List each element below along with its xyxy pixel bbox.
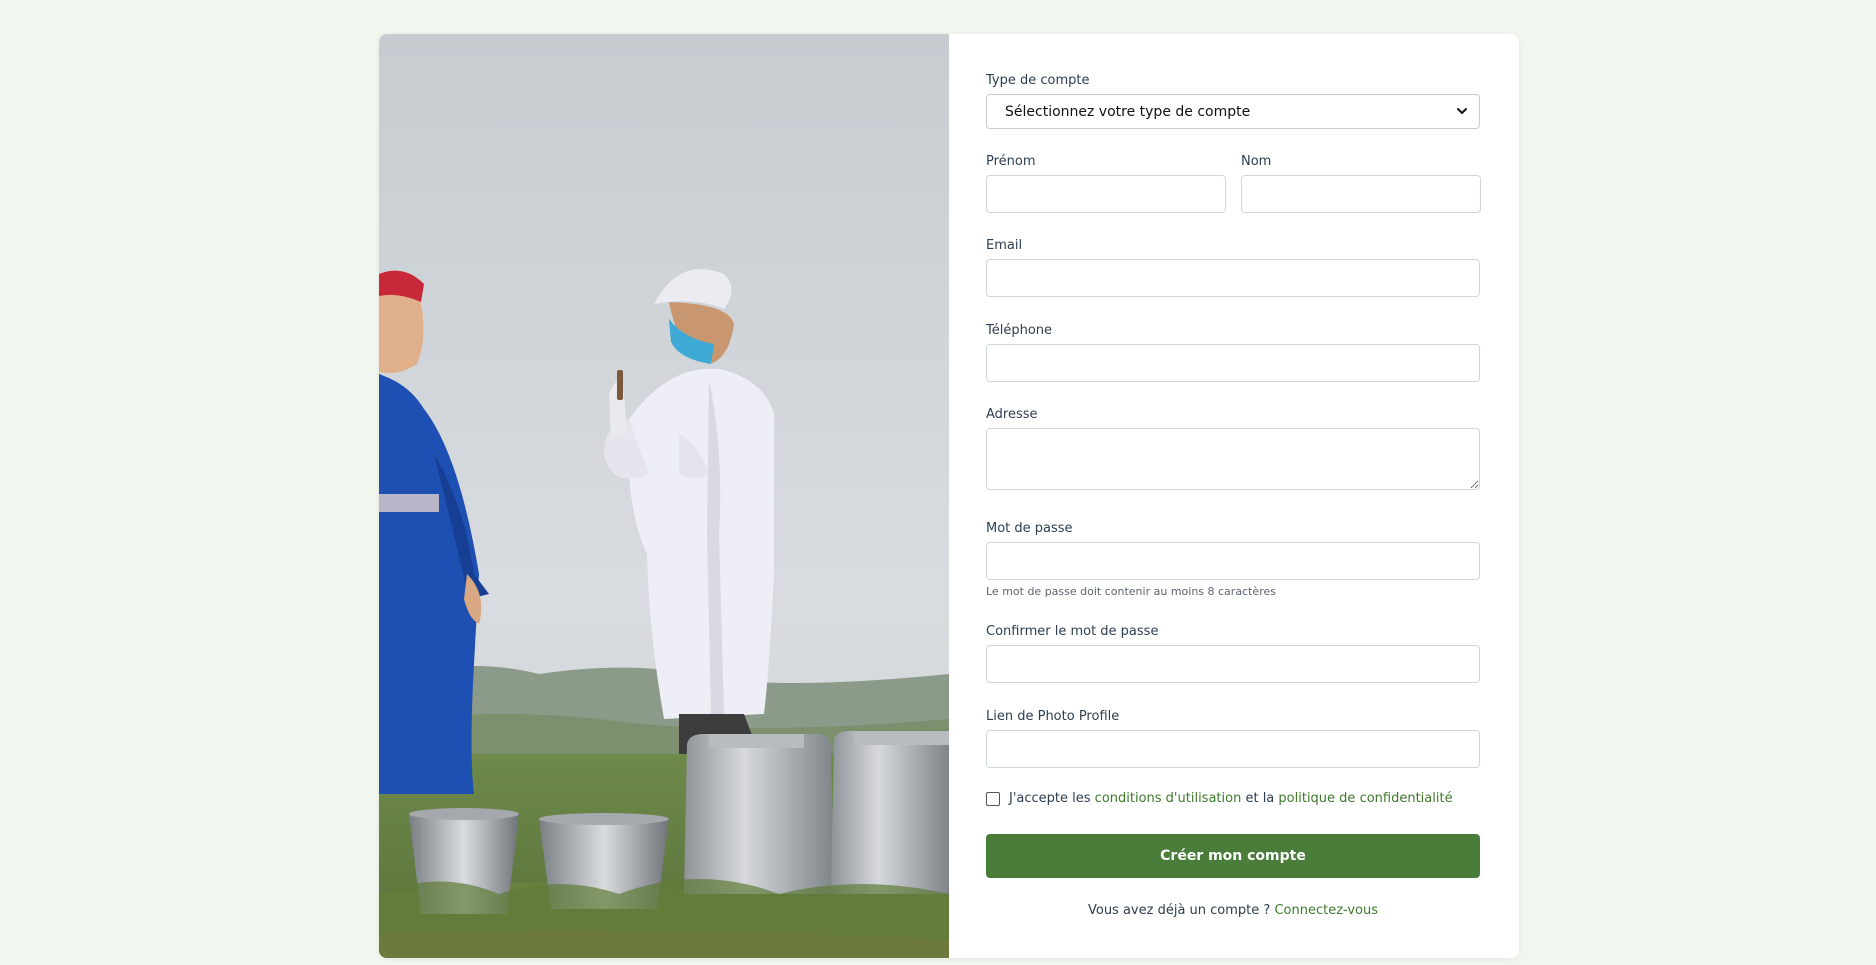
address-label: Adresse xyxy=(986,407,1038,422)
signup-card: Type de compte Sélectionnez votre type d… xyxy=(379,34,1519,958)
password-input[interactable] xyxy=(986,542,1480,580)
terms-of-use-link[interactable]: conditions d'utilisation xyxy=(1095,791,1242,806)
phone-input[interactable] xyxy=(986,344,1480,382)
chevron-down-icon xyxy=(1457,108,1467,114)
terms-row: J'accepte les conditions d'utilisation e… xyxy=(986,791,1453,806)
terms-checkbox[interactable] xyxy=(986,791,1000,806)
hero-photo-illustration xyxy=(379,34,949,958)
login-prompt-row: Vous avez déjà un compte ? Connectez-vou… xyxy=(986,903,1480,918)
account-type-selected-value: Sélectionnez votre type de compte xyxy=(1005,103,1251,120)
address-textarea[interactable] xyxy=(986,428,1480,490)
first-name-label: Prénom xyxy=(986,154,1036,169)
account-type-select[interactable]: Sélectionnez votre type de compte xyxy=(986,94,1480,129)
confirm-password-input[interactable] xyxy=(986,645,1480,683)
photo-link-label: Lien de Photo Profile xyxy=(986,709,1120,724)
login-prompt-text: Vous avez déjà un compte ? xyxy=(1087,903,1271,918)
first-name-input[interactable] xyxy=(986,175,1226,213)
photo-link-input[interactable] xyxy=(986,730,1480,768)
hero-photo xyxy=(379,34,949,958)
create-account-button[interactable]: Créer mon compte xyxy=(986,834,1480,878)
last-name-label: Nom xyxy=(1241,154,1272,169)
email-input[interactable] xyxy=(986,259,1480,297)
address-textarea-wrapper xyxy=(986,428,1480,490)
account-type-label: Type de compte xyxy=(986,73,1090,88)
confirm-password-label: Confirmer le mot de passe xyxy=(986,624,1159,639)
last-name-input[interactable] xyxy=(1241,175,1481,213)
privacy-policy-link[interactable]: politique de confidentialité xyxy=(1278,791,1452,806)
signup-form: Type de compte Sélectionnez votre type d… xyxy=(949,34,1519,958)
login-link[interactable]: Connectez-vous xyxy=(1274,903,1378,918)
terms-middle-text: et la xyxy=(1245,791,1275,806)
password-label: Mot de passe xyxy=(986,521,1073,536)
phone-label: Téléphone xyxy=(986,323,1053,338)
email-label: Email xyxy=(986,238,1023,253)
terms-prefix-text: J'accepte les xyxy=(1009,791,1091,806)
password-hint: Le mot de passe doit contenir au moins 8… xyxy=(986,585,1276,598)
